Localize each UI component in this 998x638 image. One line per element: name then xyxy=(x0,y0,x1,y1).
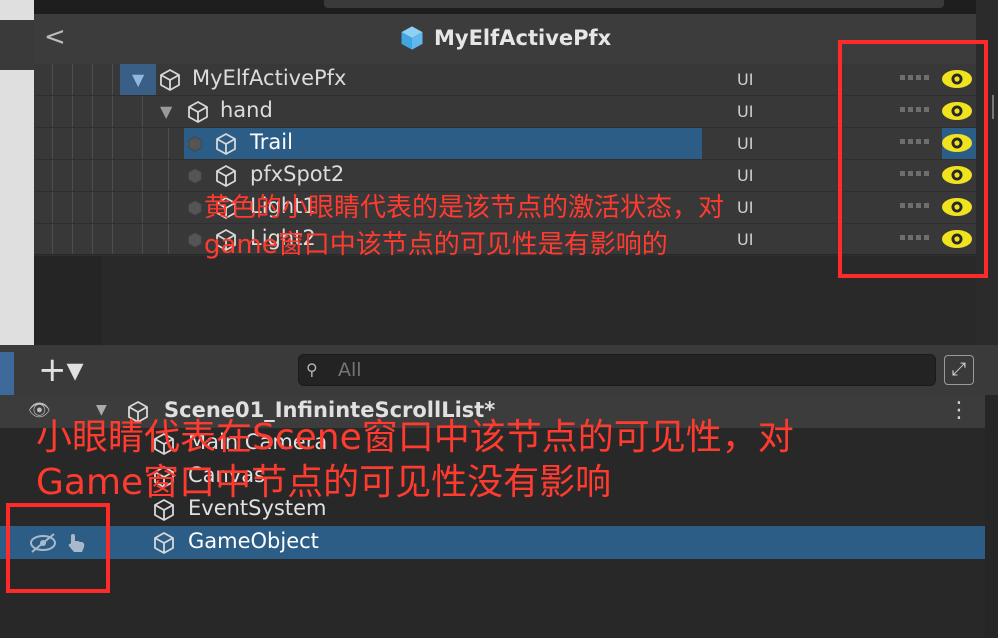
gameobject-cube-icon xyxy=(214,132,238,156)
component-icon xyxy=(186,199,204,217)
component-icon xyxy=(186,231,204,249)
prefab-empty-area xyxy=(34,255,976,345)
left-panel-tab[interactable] xyxy=(0,352,14,398)
component-icon xyxy=(186,135,204,153)
search-input[interactable] xyxy=(336,356,900,384)
eye-highlight-box xyxy=(838,40,988,278)
hierarchy-item-label: GameObject xyxy=(188,529,319,553)
gameobject-cube-icon xyxy=(214,164,238,188)
layer-label: UI xyxy=(737,166,754,185)
layer-label: UI xyxy=(737,70,754,89)
hierarchy-scrollbar[interactable] xyxy=(985,395,998,638)
scene-eye-highlight-box xyxy=(6,503,110,593)
layer-label: UI xyxy=(737,198,754,217)
prefab-row-root[interactable]: ▼ MyElfActivePfx UI xyxy=(34,64,976,96)
foldout-arrow-icon[interactable]: ▼ xyxy=(160,102,172,121)
lock-icon[interactable]: ⤢ xyxy=(944,355,974,385)
gameobject-cube-icon xyxy=(158,68,182,92)
annotation-scene-eye-line2: Game窗口中节点的可见性没有影响 xyxy=(36,462,612,503)
gameobject-cube-icon xyxy=(152,531,176,555)
prefab-item-label: Trail xyxy=(250,130,293,154)
layer-label: UI xyxy=(737,134,754,153)
prefab-item-label: hand xyxy=(220,98,273,122)
prefab-row-hand[interactable]: ▼ hand UI xyxy=(34,96,976,128)
layer-label: UI xyxy=(737,102,754,121)
search-icon: ⚲ xyxy=(306,360,318,379)
kebab-menu-icon[interactable]: ⋮ xyxy=(948,398,970,423)
prefab-title: MyElfActivePfx xyxy=(434,26,612,50)
top-strip xyxy=(34,0,976,14)
component-icon xyxy=(186,167,204,185)
prefab-item-label: MyElfActivePfx xyxy=(192,66,347,90)
prefab-item-label: pfxSpot2 xyxy=(250,162,345,186)
foldout-arrow-icon[interactable]: ▼ xyxy=(132,70,144,89)
prefab-empty-left xyxy=(34,255,102,345)
gameobject-cube-icon xyxy=(186,100,210,124)
annotation-active-eye-line2: game窗口中该节点的可见性是有影响的 xyxy=(204,230,668,260)
prefab-title-group: MyElfActivePfx xyxy=(398,22,611,54)
left-editor-strip-dark xyxy=(0,20,34,70)
layer-label: UI xyxy=(737,230,754,249)
prefab-row-trail[interactable]: Trail UI xyxy=(34,128,976,160)
back-chevron-icon[interactable]: < xyxy=(44,22,68,52)
add-button[interactable]: +▾ xyxy=(38,352,92,388)
prefab-cube-icon xyxy=(401,26,423,50)
left-editor-strip xyxy=(0,0,34,345)
hierarchy-item-selected[interactable]: GameObject xyxy=(0,526,985,559)
annotation-active-eye-line1: 黄色的小眼睛代表的是该节点的激活状态，对 xyxy=(204,193,725,223)
